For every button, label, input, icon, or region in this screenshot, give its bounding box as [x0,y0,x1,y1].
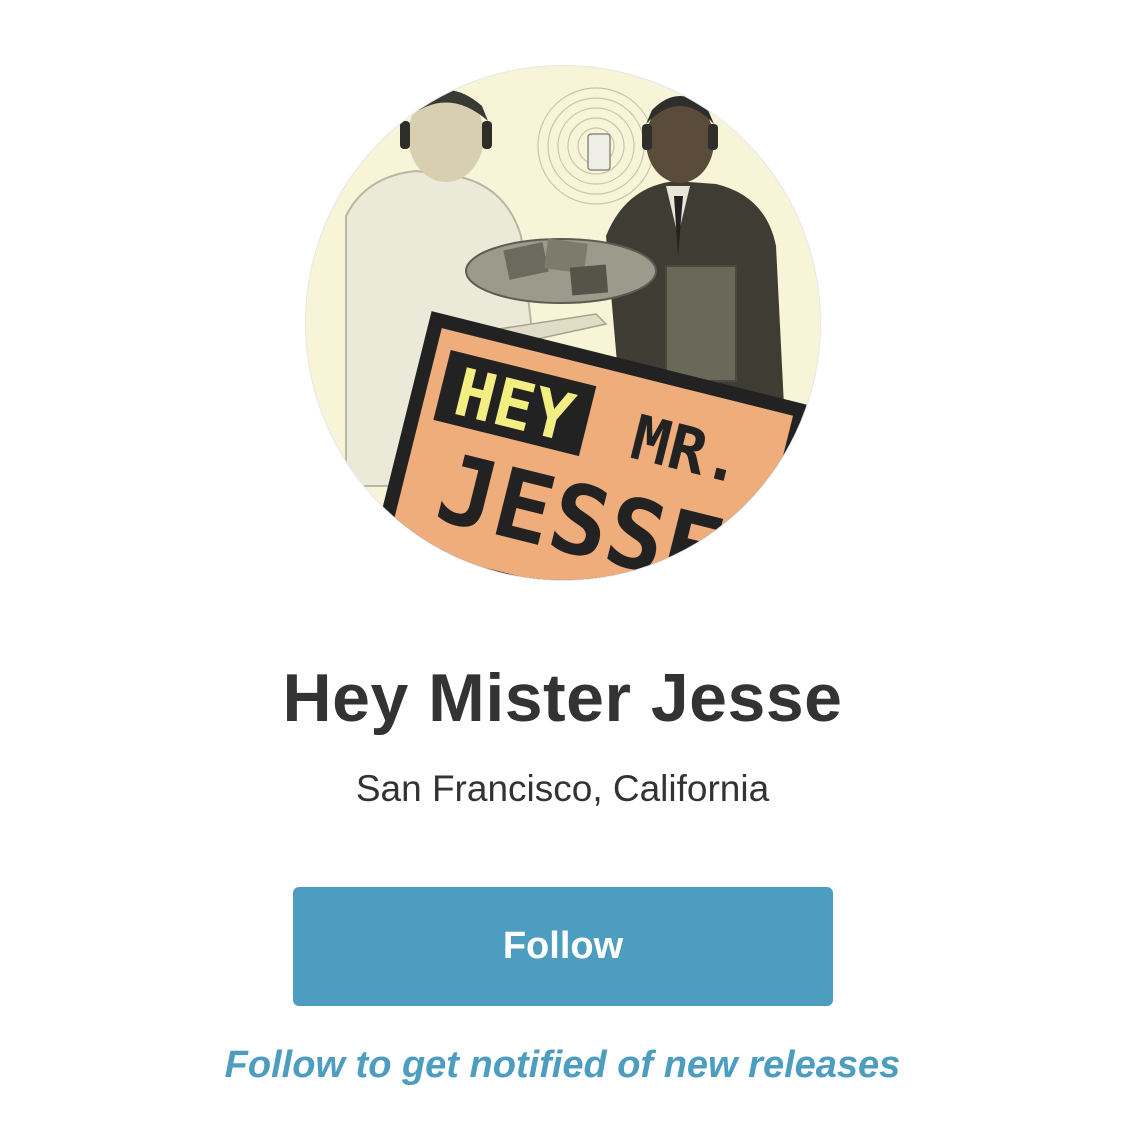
follow-button[interactable]: Follow [293,887,833,1006]
artist-name: Hey Mister Jesse [282,660,843,736]
artist-location: San Francisco, California [355,768,770,809]
follow-hint-text: Follow to get notified of new releases [224,1044,901,1086]
avatar-artwork: HEY MR. JESSE [306,66,820,580]
artist-avatar: HEY MR. JESSE [306,66,820,580]
